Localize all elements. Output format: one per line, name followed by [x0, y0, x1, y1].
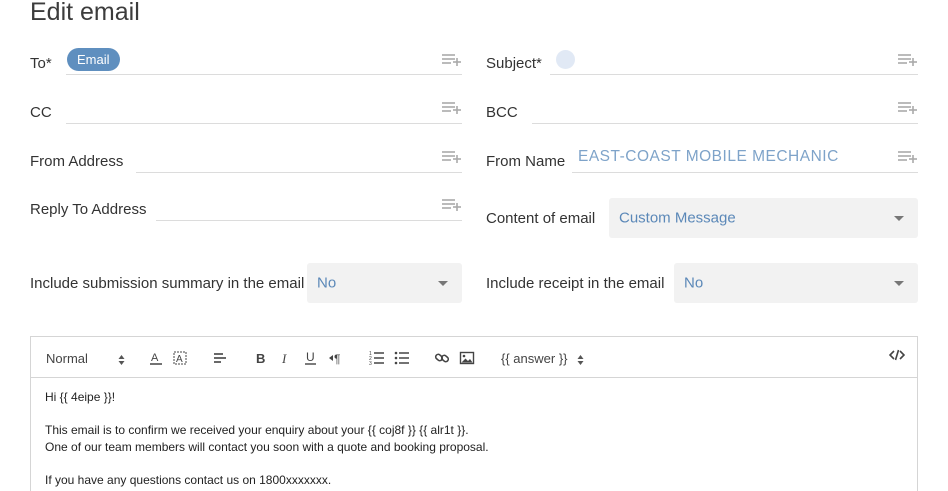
editor-content[interactable]: Hi {{ 4eipe }}! This email is to confirm…	[45, 389, 489, 489]
reply-to-field[interactable]	[156, 220, 462, 221]
email-body-editor[interactable]: Normal A A B I U ¶ 123 {{answer}} Hi {…	[30, 336, 918, 491]
link-icon[interactable]	[434, 350, 450, 366]
to-email-chip[interactable]: Email	[67, 48, 120, 71]
format-select[interactable]: Normal	[46, 351, 125, 366]
from-address-label: From Address	[30, 153, 124, 170]
font-color-icon[interactable]: A	[148, 350, 164, 366]
reply-to-add-icon[interactable]	[442, 198, 462, 212]
updown-icon	[577, 354, 584, 365]
content-of-email-label: Content of email	[486, 210, 596, 227]
bcc-label: BCC	[486, 104, 518, 121]
ordered-list-icon[interactable]: 123	[369, 350, 385, 366]
editor-toolbar: Normal A A B I U ¶ 123 {{answer}}	[31, 337, 917, 378]
bcc-field[interactable]	[532, 123, 918, 124]
include-receipt-value: No	[684, 274, 704, 292]
from-name-value[interactable]: EAST-COAST MOBILE MECHANIC	[578, 148, 839, 166]
body-line: This email is to confirm we received you…	[45, 423, 469, 437]
include-summary-select[interactable]: No	[307, 263, 462, 303]
svg-text:B: B	[256, 351, 265, 366]
to-label: To*	[30, 55, 52, 72]
svg-text:A: A	[176, 354, 183, 365]
svg-text:3: 3	[369, 361, 372, 366]
cc-add-icon[interactable]	[442, 101, 462, 115]
svg-text:I: I	[281, 351, 287, 366]
body-line: Hi {{ 4eipe }}!	[45, 390, 116, 404]
svg-text:U: U	[306, 350, 315, 364]
from-name-add-icon[interactable]	[898, 150, 918, 164]
answer-select[interactable]: {{ answer }}	[501, 351, 584, 366]
to-add-icon[interactable]	[442, 53, 462, 67]
page-title: Edit email	[30, 0, 140, 26]
to-field[interactable]	[66, 74, 462, 75]
svg-text:A: A	[151, 352, 159, 364]
chevron-down-icon	[894, 281, 904, 286]
bcc-add-icon[interactable]	[898, 101, 918, 115]
italic-icon[interactable]: I	[278, 350, 294, 366]
rtl-paragraph-icon[interactable]: ¶	[328, 350, 344, 366]
body-line: One of our team members will contact you…	[45, 440, 489, 454]
underline-icon[interactable]: U	[303, 350, 319, 366]
cc-label: CC	[30, 104, 52, 121]
answer-select-value: {{ answer }}	[501, 351, 568, 366]
include-summary-label: Include submission summary in the email	[30, 275, 305, 292]
subject-label: Subject*	[486, 55, 542, 72]
svg-text:¶: ¶	[334, 352, 340, 366]
content-of-email-select[interactable]: Custom Message	[609, 198, 918, 238]
subject-field[interactable]	[550, 74, 918, 75]
include-receipt-select[interactable]: No	[674, 263, 918, 303]
from-name-label: From Name	[486, 153, 566, 170]
highlight-icon[interactable]: A	[172, 350, 188, 366]
cc-field[interactable]	[66, 123, 462, 124]
include-receipt-label: Include receipt in the email	[486, 275, 665, 292]
updown-icon	[118, 354, 125, 365]
reply-to-label: Reply To Address	[30, 201, 147, 218]
bold-icon[interactable]: B	[253, 350, 269, 366]
content-of-email-value: Custom Message	[619, 209, 736, 227]
from-address-field[interactable]	[136, 172, 462, 173]
subject-add-icon[interactable]	[898, 53, 918, 67]
image-icon[interactable]	[459, 350, 475, 366]
include-summary-value: No	[317, 274, 337, 292]
chevron-down-icon	[894, 216, 904, 221]
chevron-down-icon	[438, 281, 448, 286]
from-address-add-icon[interactable]	[442, 150, 462, 164]
align-icon[interactable]	[212, 350, 228, 366]
format-select-value: Normal	[46, 351, 88, 366]
from-name-field[interactable]	[572, 172, 918, 173]
body-line: If you have any questions contact us on …	[45, 473, 332, 487]
subject-token-dot	[556, 50, 575, 69]
source-code-icon[interactable]	[889, 348, 905, 364]
bullet-list-icon[interactable]	[394, 350, 410, 366]
